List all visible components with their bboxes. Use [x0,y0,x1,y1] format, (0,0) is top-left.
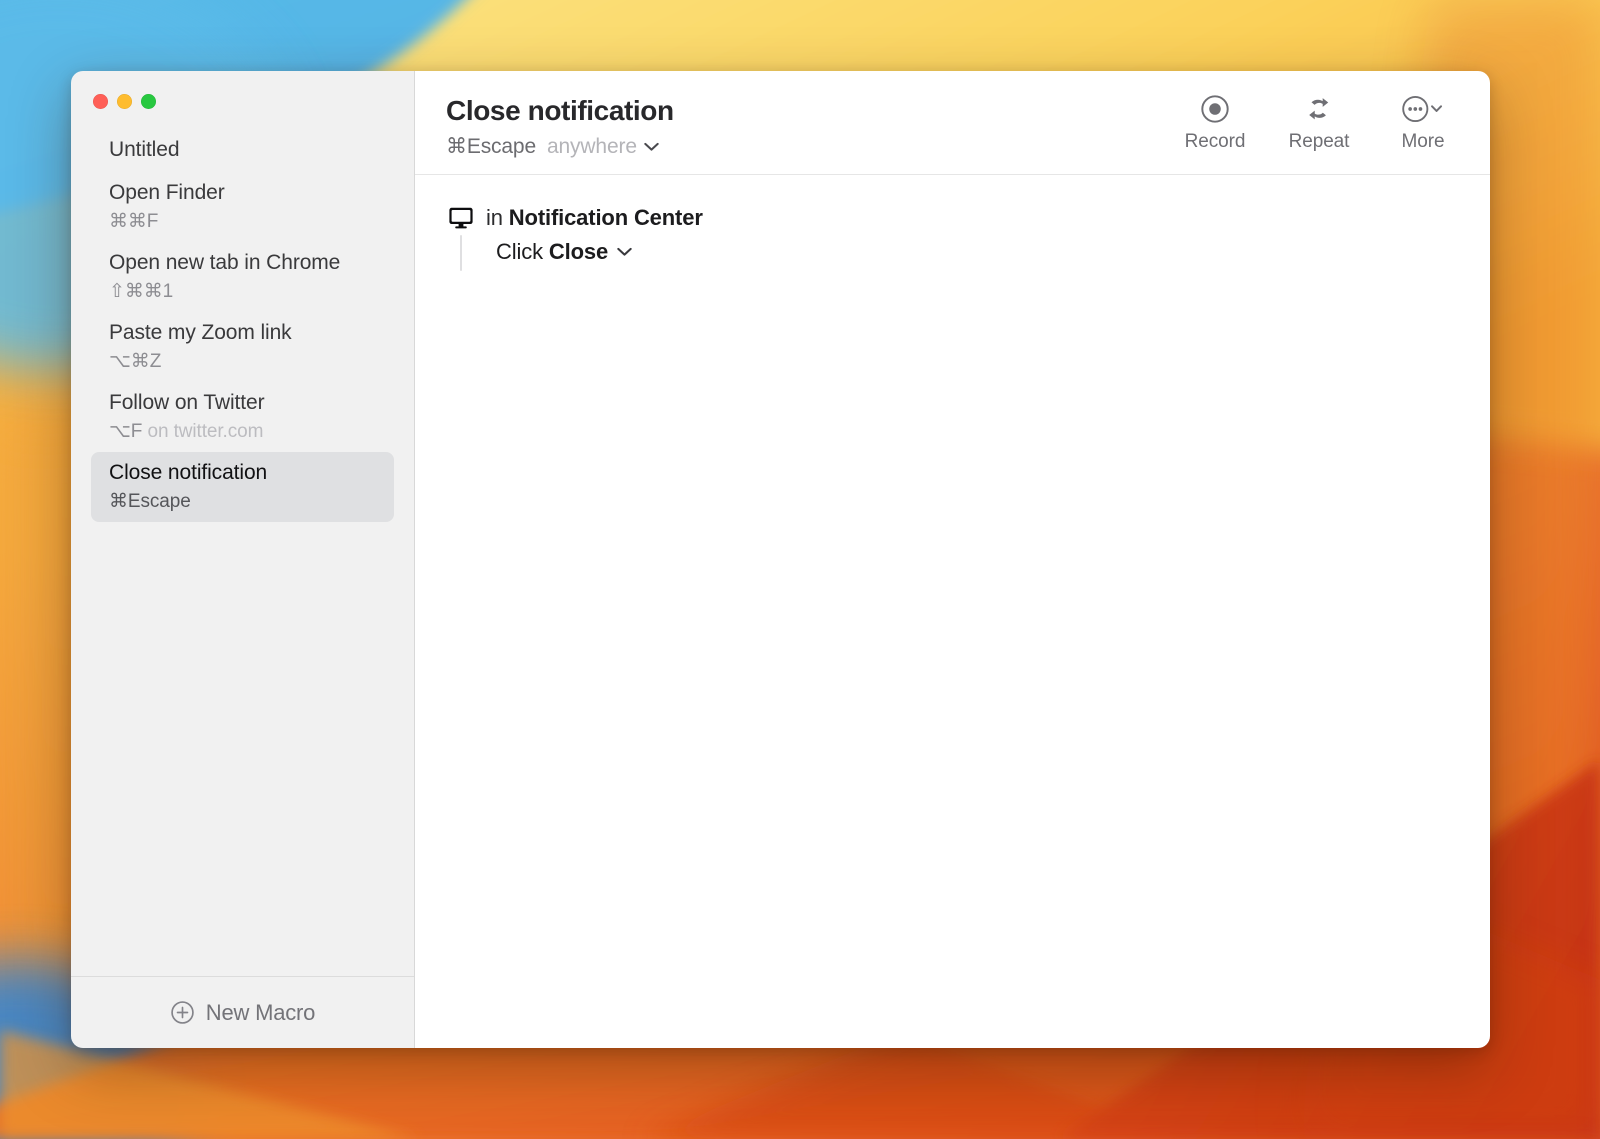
macro-list: Untitled Open Finder ⌘⌘F Open new tab in… [71,109,414,976]
detail-header-left: Close notification ⌘Escape anywhere [446,93,674,159]
macro-title: Close notification [109,460,376,486]
step-text: Click Close [496,239,608,265]
step-item-click-close[interactable]: Click Close [496,235,1490,271]
detail-toolbar: Record Repeat [1180,93,1462,153]
minimize-window-button[interactable] [117,94,132,109]
close-window-button[interactable] [93,94,108,109]
context-row[interactable]: in Notification Center [448,205,1490,231]
step-verb: Click [496,239,543,264]
steps-container: Click Close [448,235,1490,271]
record-icon [1200,93,1230,125]
macro-scope-label: anywhere [547,135,637,159]
macro-list-item-open-new-tab-in-chrome[interactable]: Open new tab in Chrome ⇧⌘⌘1 [91,242,394,312]
macro-scope-dropdown[interactable]: anywhere [547,135,659,159]
context-preposition: in [486,205,503,230]
macro-title: Open new tab in Chrome [109,250,376,276]
repeat-label: Repeat [1289,131,1350,153]
ellipsis-circle-icon [1401,93,1445,125]
app-window: Untitled Open Finder ⌘⌘F Open new tab in… [71,71,1490,1048]
macro-list-item-open-finder[interactable]: Open Finder ⌘⌘F [91,172,394,242]
macro-shortcut: ⌥⌘Z [109,350,376,374]
repeat-icon [1304,93,1334,125]
record-button[interactable]: Record [1180,93,1250,153]
macro-shortcut: ⌥F on twitter.com [109,420,376,444]
macro-title: Untitled [109,137,376,163]
macro-list-item-paste-my-zoom-link[interactable]: Paste my Zoom link ⌥⌘Z [91,312,394,382]
macro-title: Paste my Zoom link [109,320,376,346]
context-target: Notification Center [509,205,703,230]
window-controls [71,71,414,109]
context-text: in Notification Center [486,205,703,231]
detail-header: Close notification ⌘Escape anywhere [415,71,1490,175]
macro-shortcut: ⇧⌘⌘1 [109,280,376,304]
detail-pane: Close notification ⌘Escape anywhere [415,71,1490,1048]
macro-name-title[interactable]: Close notification [446,95,674,127]
more-button[interactable]: More [1388,93,1458,153]
plus-circle-icon [170,1000,195,1025]
new-macro-button[interactable]: New Macro [170,1000,315,1026]
actions-panel: in Notification Center Click Close [415,175,1490,1048]
macro-list-item-close-notification[interactable]: Close notification ⌘Escape [91,452,394,522]
sidebar: Untitled Open Finder ⌘⌘F Open new tab in… [71,71,415,1048]
record-label: Record [1185,131,1246,153]
repeat-button[interactable]: Repeat [1284,93,1354,153]
macro-title: Follow on Twitter [109,390,376,416]
macro-meta: ⌘Escape anywhere [446,134,674,159]
display-icon [448,206,474,230]
chevron-down-icon [644,142,659,152]
zoom-window-button[interactable] [141,94,156,109]
macro-list-item-untitled[interactable]: Untitled [91,129,394,172]
new-macro-label: New Macro [206,1000,315,1026]
macro-context: on twitter.com [148,421,264,442]
macro-shortcut: ⌘⌘F [109,210,376,234]
macro-title: Open Finder [109,180,376,206]
macro-list-item-follow-on-twitter[interactable]: Follow on Twitter ⌥F on twitter.com [91,382,394,452]
sidebar-footer: New Macro [71,976,414,1048]
macro-shortcut-value[interactable]: ⌘Escape [446,134,536,159]
macro-shortcut: ⌘Escape [109,490,376,514]
step-target: Close [549,239,608,264]
chevron-down-icon[interactable] [617,247,632,257]
more-label: More [1402,131,1445,153]
